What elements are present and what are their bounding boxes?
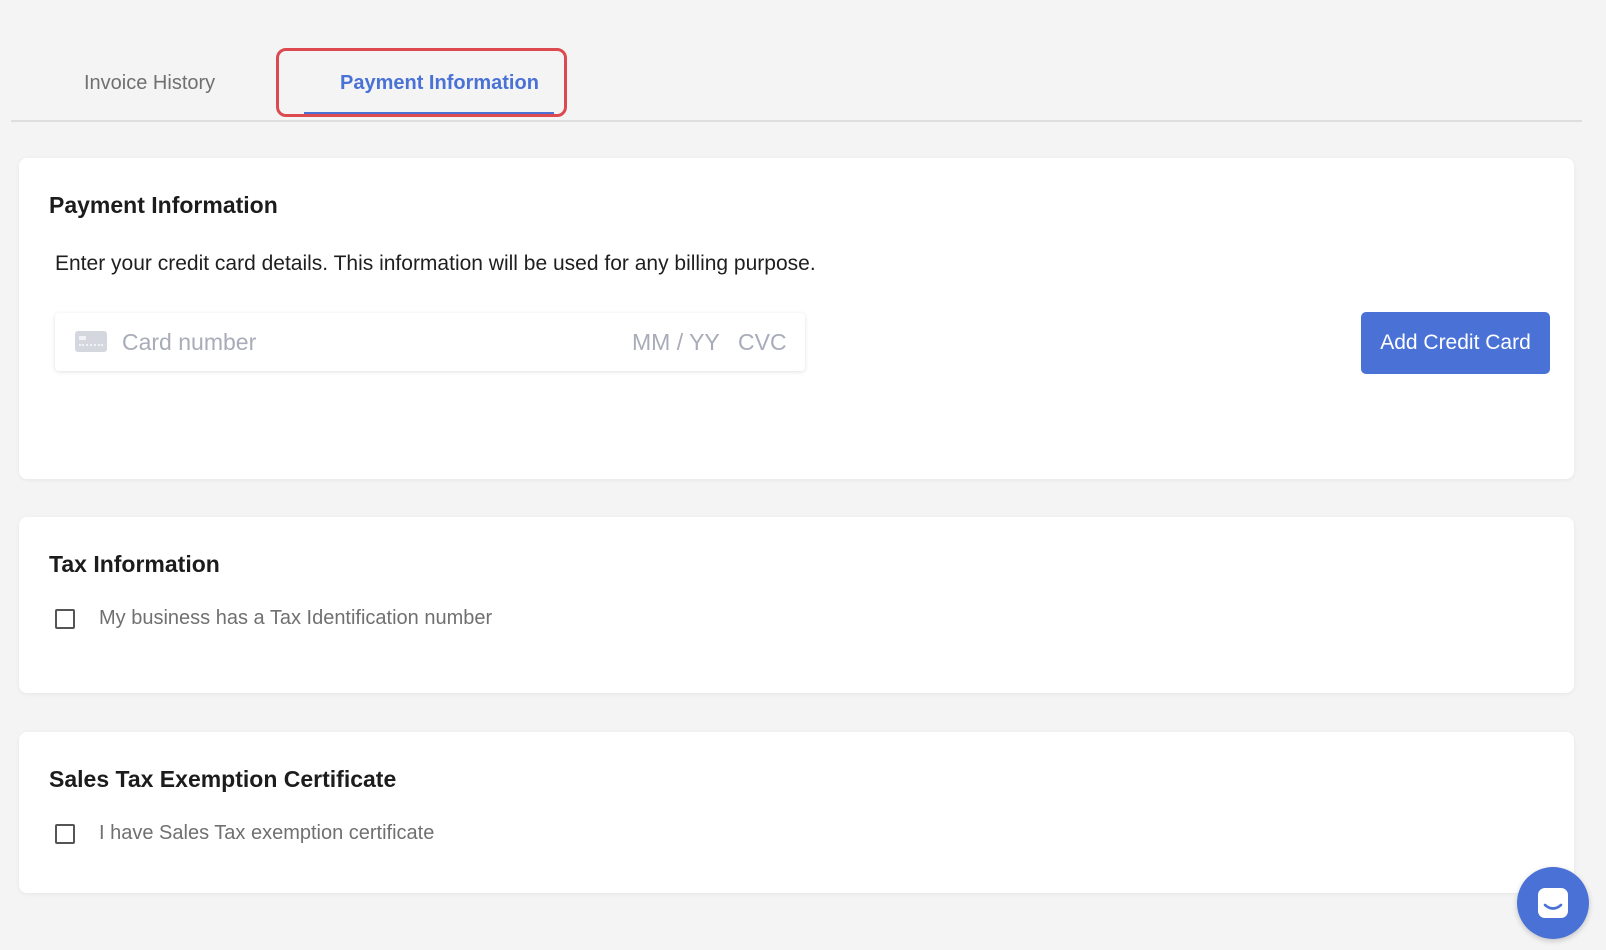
card-number-input[interactable]: Card number bbox=[122, 329, 256, 356]
cvc-input[interactable]: CVC bbox=[738, 329, 787, 356]
billing-page: Invoice History Payment Information Paym… bbox=[0, 0, 1606, 950]
sales-tax-exemption-label: I have Sales Tax exemption certificate bbox=[99, 822, 435, 844]
tax-id-label: My business has a Tax Identification num… bbox=[99, 607, 493, 629]
tax-section-title: Tax Information bbox=[49, 551, 220, 577]
tab-bar: Invoice History Payment Information bbox=[11, 40, 1582, 122]
chat-icon bbox=[1538, 888, 1568, 918]
expiry-input[interactable]: MM / YY bbox=[632, 329, 720, 356]
active-tab-indicator bbox=[304, 112, 554, 115]
payment-description: Enter your credit card details. This inf… bbox=[55, 252, 816, 275]
card-input-field[interactable]: Card number MM / YY CVC bbox=[55, 313, 805, 371]
tab-invoice-history[interactable]: Invoice History bbox=[84, 70, 215, 96]
sales-tax-exemption-card: Sales Tax Exemption Certificate I have S… bbox=[19, 732, 1574, 893]
tax-information-card: Tax Information My business has a Tax Id… bbox=[19, 517, 1574, 693]
tax-id-option[interactable]: My business has a Tax Identification num… bbox=[55, 607, 492, 630]
payment-information-card: Payment Information Enter your credit ca… bbox=[19, 158, 1574, 479]
sales-tax-section-title: Sales Tax Exemption Certificate bbox=[49, 766, 397, 792]
chat-launcher-button[interactable] bbox=[1517, 867, 1589, 939]
credit-card-icon bbox=[75, 331, 107, 352]
add-credit-card-button[interactable]: Add Credit Card bbox=[1361, 312, 1550, 374]
payment-section-title: Payment Information bbox=[49, 192, 278, 218]
tax-id-checkbox[interactable] bbox=[55, 608, 75, 629]
sales-tax-exemption-checkbox[interactable] bbox=[55, 823, 75, 844]
sales-tax-exemption-option[interactable]: I have Sales Tax exemption certificate bbox=[55, 822, 434, 845]
tab-payment-information[interactable]: Payment Information bbox=[340, 70, 539, 96]
